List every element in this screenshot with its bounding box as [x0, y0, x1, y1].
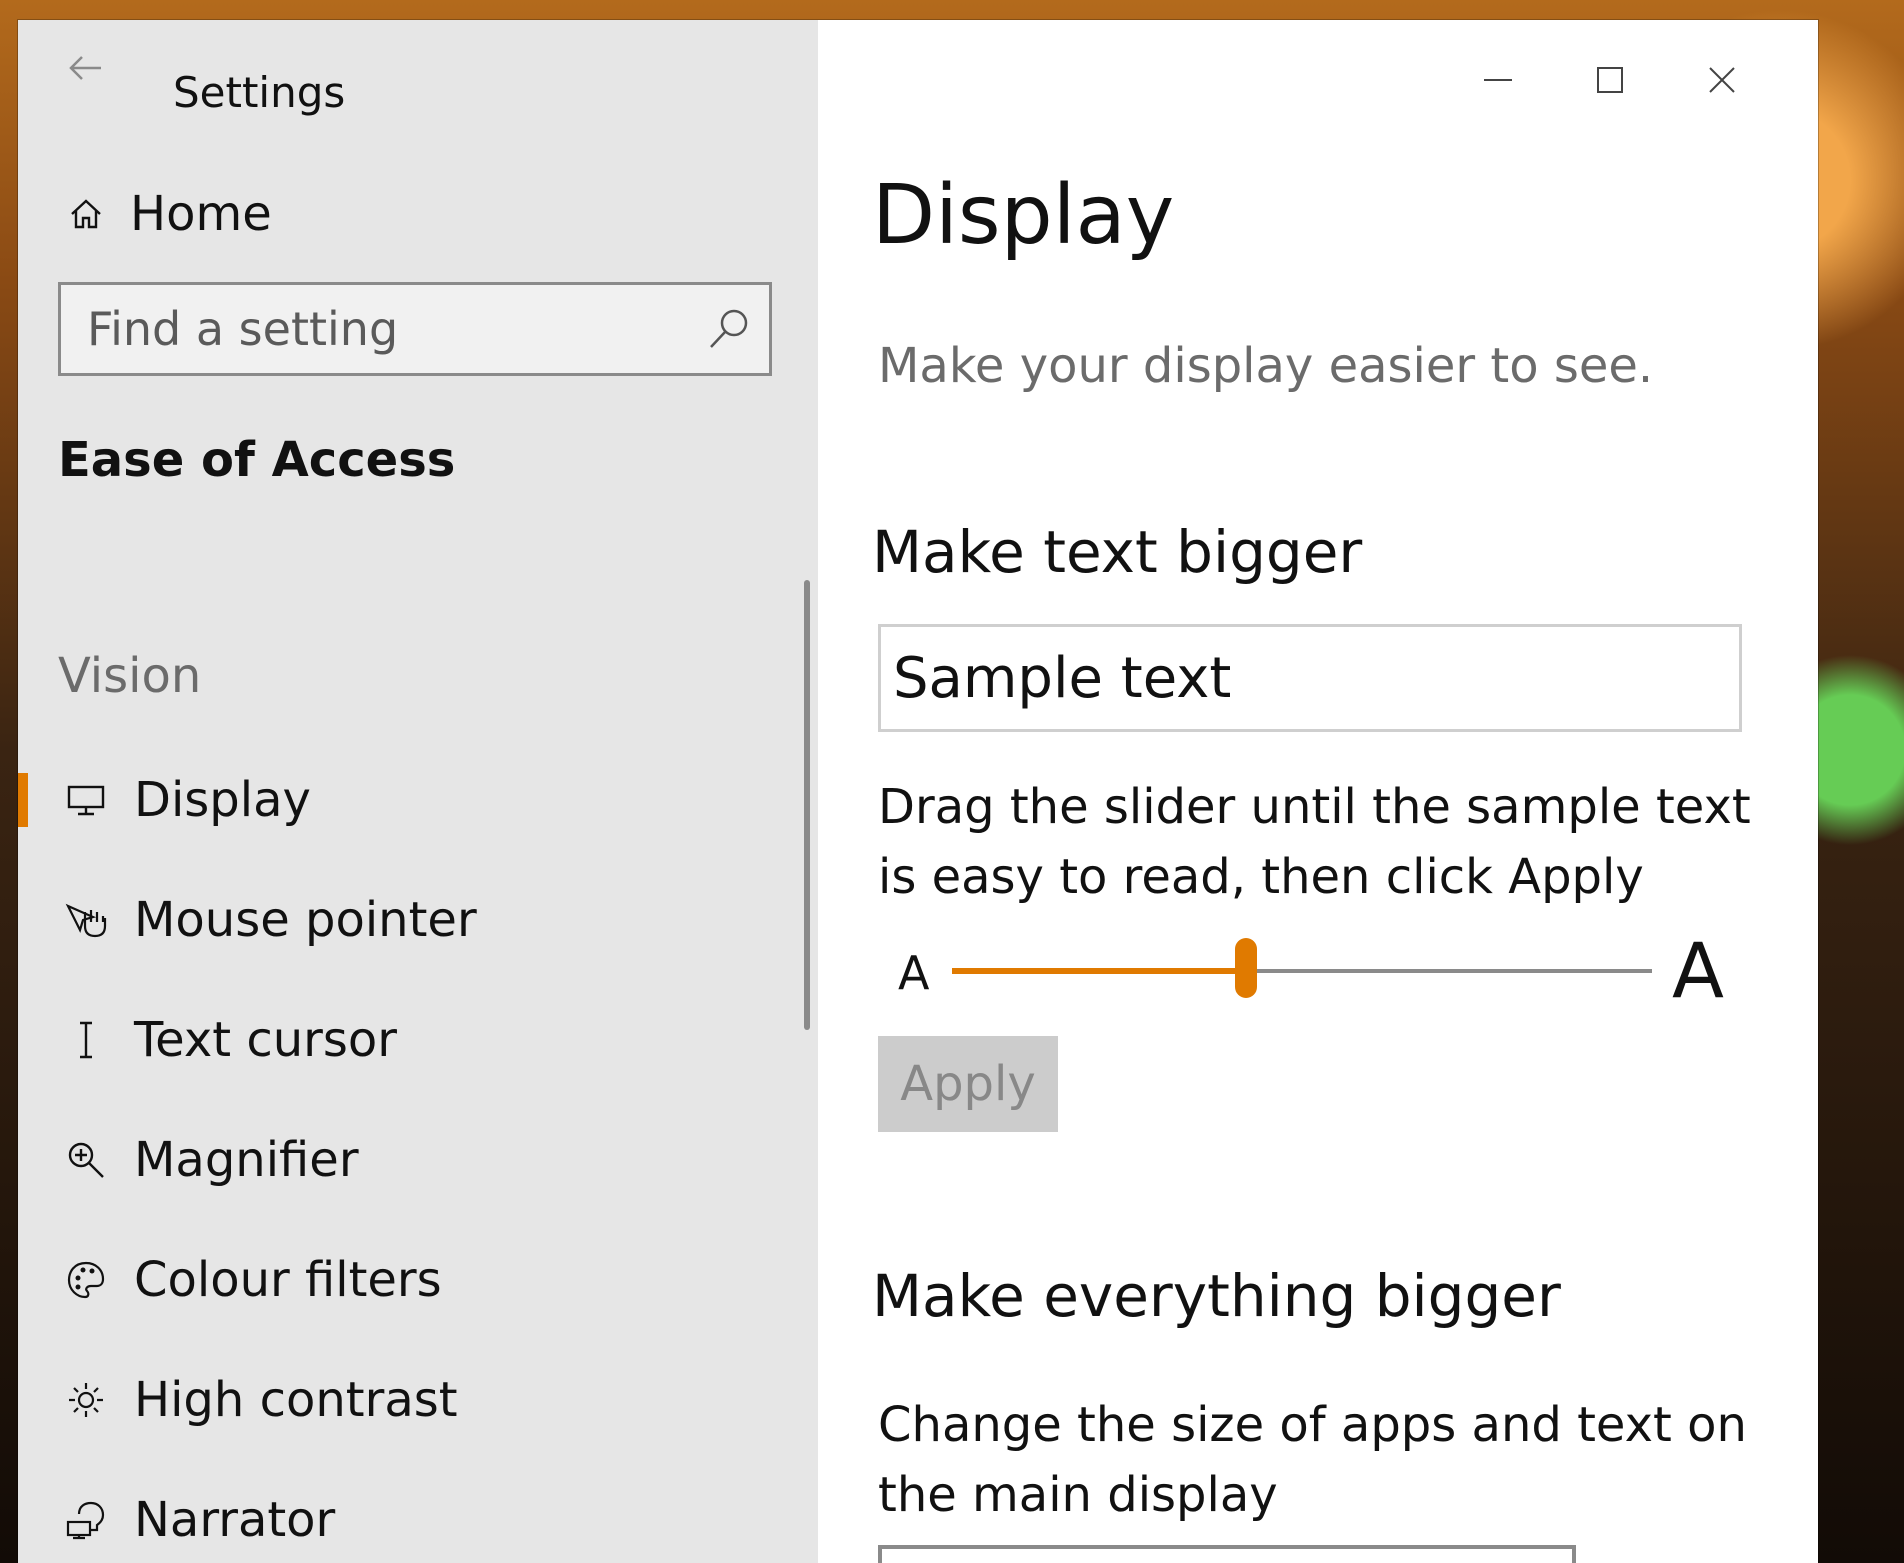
sidebar-item-text-cursor[interactable]: Text cursor — [18, 980, 798, 1100]
slider-min-label: A — [898, 946, 930, 1000]
section-heading: Ease of Access — [58, 432, 456, 488]
sidebar-item-label: Narrator — [134, 1492, 336, 1548]
slider-max-label: A — [1672, 926, 1724, 1015]
sidebar-item-label: Mouse pointer — [134, 892, 477, 948]
sidebar-item-magnifier[interactable]: Magnifier — [18, 1100, 798, 1220]
close-icon[interactable] — [1666, 40, 1778, 120]
home-icon — [56, 184, 116, 244]
slider-instruction: Drag the slider until the sample text is… — [878, 779, 1751, 905]
sun-icon — [56, 1370, 116, 1430]
scale-dropdown[interactable]: 250% — [878, 1545, 1576, 1563]
apply-button[interactable]: Apply — [878, 1036, 1058, 1132]
text-cursor-icon — [56, 1010, 116, 1070]
sample-text-preview: Sample text — [878, 624, 1742, 732]
sidebar-item-label: Colour filters — [134, 1252, 442, 1308]
page-title: Display — [872, 168, 1175, 263]
minimize-icon[interactable] — [1442, 40, 1554, 120]
main-content: Display Make your display easier to see.… — [818, 20, 1818, 1563]
window-controls — [1442, 40, 1778, 120]
sidebar-item-label: Display — [134, 772, 311, 828]
slider-thumb[interactable] — [1235, 938, 1257, 998]
palette-icon — [56, 1250, 116, 1310]
sidebar-item-colour-filters[interactable]: Colour filters — [18, 1220, 798, 1340]
maximize-icon[interactable] — [1554, 40, 1666, 120]
sidebar-item-label: Text cursor — [134, 1012, 397, 1068]
home-label: Home — [130, 186, 272, 242]
sidebar-item-narrator[interactable]: Narrator — [18, 1460, 798, 1563]
sidebar-item-high-contrast[interactable]: High contrast — [18, 1340, 798, 1460]
sidebar-item-label: High contrast — [134, 1372, 458, 1428]
mouse-pointer-icon — [56, 890, 116, 950]
sidebar-item-display[interactable]: Display — [18, 740, 798, 860]
search-icon[interactable] — [689, 289, 769, 369]
back-arrow-icon[interactable] — [58, 40, 114, 96]
monitor-icon — [56, 770, 116, 830]
make-everything-bigger-heading: Make everything bigger — [872, 1262, 1561, 1330]
slider-track-fill — [952, 968, 1246, 974]
vision-nav-list: Display Mouse pointer Text cursor Magnif… — [18, 740, 798, 1563]
app-title: Settings — [173, 68, 346, 117]
magnifier-icon — [56, 1130, 116, 1190]
page-subtitle: Make your display easier to see. — [878, 338, 1654, 394]
settings-window: Settings Home Ease of Access Vision Disp… — [18, 20, 1818, 1563]
sidebar-item-mouse-pointer[interactable]: Mouse pointer — [18, 860, 798, 980]
narrator-icon — [56, 1490, 116, 1550]
sidebar-scrollbar[interactable] — [804, 580, 810, 1030]
search-input[interactable] — [61, 301, 689, 357]
search-box[interactable] — [58, 282, 772, 376]
sidebar-item-label: Magnifier — [134, 1132, 359, 1188]
make-text-bigger-heading: Make text bigger — [872, 518, 1363, 586]
sidebar: Settings Home Ease of Access Vision Disp… — [18, 20, 818, 1563]
group-heading-vision: Vision — [58, 648, 202, 704]
sidebar-item-home[interactable]: Home — [56, 178, 272, 250]
text-size-slider[interactable]: A A — [878, 920, 1778, 1020]
scale-description: Change the size of apps and text on the … — [878, 1397, 1747, 1523]
